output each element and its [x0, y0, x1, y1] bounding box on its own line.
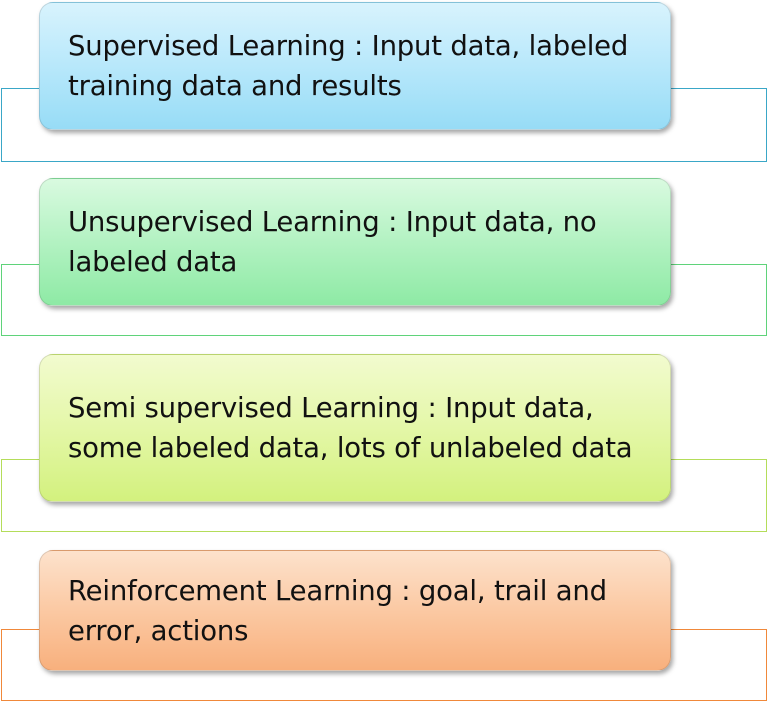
label-box: Supervised Learning : Input data, labele…	[39, 2, 671, 130]
label-box: Unsupervised Learning : Input data, no l…	[39, 178, 671, 306]
label-text: Supervised Learning : Input data, labele…	[68, 30, 629, 102]
list-item-reinforcement: Reinforcement Learning : goal, trail and…	[0, 548, 768, 704]
label-box: Semi supervised Learning : Input data, s…	[39, 354, 671, 502]
list-item-supervised: Supervised Learning : Input data, labele…	[0, 0, 768, 170]
label-box: Reinforcement Learning : goal, trail and…	[39, 550, 671, 671]
list-item-unsupervised: Unsupervised Learning : Input data, no l…	[0, 176, 768, 346]
label-text: Reinforcement Learning : goal, trail and…	[68, 574, 607, 647]
list-item-semi-supervised: Semi supervised Learning : Input data, s…	[0, 352, 768, 542]
label-text: Semi supervised Learning : Input data, s…	[68, 392, 633, 464]
label-text: Unsupervised Learning : Input data, no l…	[68, 206, 597, 278]
